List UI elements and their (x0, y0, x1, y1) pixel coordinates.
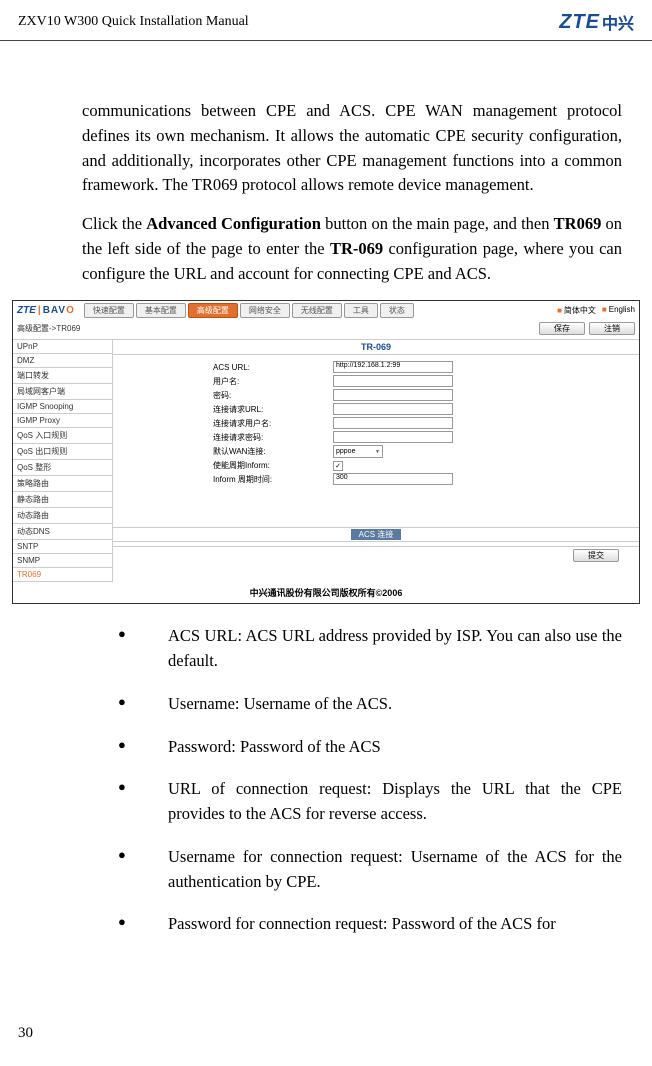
body-text: communications between CPE and ACS. CPE … (0, 41, 652, 286)
bullet-icon: ● (118, 692, 168, 717)
row-conn-url: 连接请求URL: (213, 403, 639, 415)
list-item: ● Username: Username of the ACS. (118, 692, 622, 717)
bullet-icon: ● (118, 912, 168, 937)
panel-title: TR-069 (113, 340, 639, 355)
sidebar-item-lanclient[interactable]: 局域网客户端 (13, 384, 112, 400)
input-conn-url[interactable] (333, 403, 453, 415)
sidebar-item-upnp[interactable]: UPnP (13, 340, 112, 354)
ss-content: TR-069 ACS URL: http://192.168.1.2:99 用户… (113, 340, 639, 582)
sidebar-item-dynroute[interactable]: 动态路由 (13, 508, 112, 524)
ss-logo: ZTE | BAVO (17, 305, 74, 316)
header-title: ZXV10 W300 Quick Installation Manual (18, 14, 249, 30)
zte-logo-cn: 中兴 (602, 10, 634, 34)
row-username: 用户名: (213, 375, 639, 387)
label-inform-period: Inform 周期时间: (213, 474, 333, 485)
bullet-text: Password for connection request: Passwor… (168, 912, 622, 937)
row-default-wan: 默认WAN连接: pppoe (213, 445, 639, 458)
input-conn-pass[interactable] (333, 431, 453, 443)
row-conn-user: 连接请求用户名: (213, 417, 639, 429)
submit-button[interactable]: 提交 (573, 549, 619, 562)
router-screenshot: ZTE | BAVO 快速配置 基本配置 高级配置 网络安全 无线配置 工具 状… (12, 300, 640, 604)
sidebar-item-dmz[interactable]: DMZ (13, 354, 112, 368)
list-item: ● Password for connection request: Passw… (118, 912, 622, 937)
sidebar-item-sntp[interactable]: SNTP (13, 540, 112, 554)
copyright: 中兴通讯股份有限公司版权所有©2006 (13, 582, 639, 603)
sidebar-item-igmpproxy[interactable]: IGMP Proxy (13, 414, 112, 428)
row-enable-inform: 使能周期Inform: ✓ (213, 460, 639, 471)
bullet-text: Username: Username of the ACS. (168, 692, 622, 717)
ss-breadcrumb-row: 高级配置->TR069 保存 注销 (13, 320, 639, 340)
sidebar-item-portfwd[interactable]: 端口转发 (13, 368, 112, 384)
sidebar-item-igmpsnoop[interactable]: IGMP Snooping (13, 400, 112, 414)
ss-form: ACS URL: http://192.168.1.2:99 用户名: 密码: … (113, 355, 639, 517)
ss-sidebar: UPnP DMZ 端口转发 局域网客户端 IGMP Snooping IGMP … (13, 340, 113, 582)
input-username[interactable] (333, 375, 453, 387)
ss-nav: 快速配置 基本配置 高级配置 网络安全 无线配置 工具 状态 (84, 303, 414, 318)
checkbox-enable-inform[interactable]: ✓ (333, 461, 343, 471)
list-item: ● Username for connection request: Usern… (118, 845, 622, 895)
zte-logo: ZTE 中兴 (559, 10, 634, 34)
label-enable-inform: 使能周期Inform: (213, 460, 333, 471)
sidebar-item-snmp[interactable]: SNMP (13, 554, 112, 568)
tab-status[interactable]: 状态 (380, 303, 414, 318)
row-inform-period: Inform 周期时间: 300 (213, 473, 639, 485)
select-default-wan[interactable]: pppoe (333, 445, 383, 458)
bullet-text: URL of connection request: Displays the … (168, 777, 622, 827)
logout-button[interactable]: 注销 (589, 322, 635, 335)
bullet-icon: ● (118, 624, 168, 674)
sidebar-item-ddns[interactable]: 动态DNS (13, 524, 112, 540)
list-item: ● Password: Password of the ACS (118, 735, 622, 760)
list-item: ● URL of connection request: Displays th… (118, 777, 622, 827)
sidebar-item-staticroute[interactable]: 静态路由 (13, 492, 112, 508)
tab-quick[interactable]: 快速配置 (84, 303, 134, 318)
lang-en[interactable]: English (602, 305, 635, 316)
label-default-wan: 默认WAN连接: (213, 446, 333, 457)
breadcrumb: 高级配置->TR069 (17, 323, 80, 334)
bullet-icon: ● (118, 845, 168, 895)
bullet-list: ● ACS URL: ACS URL address provided by I… (0, 616, 652, 937)
bullet-icon: ● (118, 777, 168, 827)
sidebar-item-qosin[interactable]: QoS 入口规则 (13, 428, 112, 444)
lang-cn[interactable]: 简体中文 (557, 305, 596, 316)
ss-action-buttons: 保存 注销 (539, 322, 635, 335)
list-item: ● ACS URL: ACS URL address provided by I… (118, 624, 622, 674)
row-conn-pass: 连接请求密码: (213, 431, 639, 443)
ss-language: 简体中文 English (557, 305, 635, 316)
row-acs-url: ACS URL: http://192.168.1.2:99 (213, 361, 639, 373)
acs-connect-bar: ACS 连接 (113, 527, 639, 542)
label-conn-url: 连接请求URL: (213, 404, 333, 415)
sidebar-item-qosout[interactable]: QoS 出口规则 (13, 444, 112, 460)
input-acs-url[interactable]: http://192.168.1.2:99 (333, 361, 453, 373)
input-inform-period[interactable]: 300 (333, 473, 453, 485)
label-password: 密码: (213, 390, 333, 401)
document-header: ZXV10 W300 Quick Installation Manual ZTE… (0, 0, 652, 41)
tab-advanced[interactable]: 高级配置 (188, 303, 238, 318)
tab-security[interactable]: 网络安全 (240, 303, 290, 318)
save-button[interactable]: 保存 (539, 322, 585, 335)
zte-logo-text: ZTE (559, 11, 600, 34)
tab-tools[interactable]: 工具 (344, 303, 378, 318)
bullet-text: Username for connection request: Usernam… (168, 845, 622, 895)
bullet-text: ACS URL: ACS URL address provided by ISP… (168, 624, 622, 674)
paragraph-1: communications between CPE and ACS. CPE … (82, 99, 622, 198)
submit-row: 提交 (113, 546, 639, 568)
page-number: 30 (18, 1025, 33, 1042)
bullet-icon: ● (118, 735, 168, 760)
row-password: 密码: (213, 389, 639, 401)
bullet-text: Password: Password of the ACS (168, 735, 622, 760)
sidebar-item-qosshape[interactable]: QoS 整形 (13, 460, 112, 476)
paragraph-2: Click the Advanced Configuration button … (82, 212, 622, 286)
input-conn-user[interactable] (333, 417, 453, 429)
tab-basic[interactable]: 基本配置 (136, 303, 186, 318)
label-username: 用户名: (213, 376, 333, 387)
sidebar-item-tr069[interactable]: TR069 (13, 568, 112, 582)
ss-top-bar: ZTE | BAVO 快速配置 基本配置 高级配置 网络安全 无线配置 工具 状… (13, 301, 639, 320)
sidebar-item-policyroute[interactable]: 策略路由 (13, 476, 112, 492)
label-conn-user: 连接请求用户名: (213, 418, 333, 429)
label-acs-url: ACS URL: (213, 363, 333, 372)
label-conn-pass: 连接请求密码: (213, 432, 333, 443)
input-password[interactable] (333, 389, 453, 401)
ss-main: UPnP DMZ 端口转发 局域网客户端 IGMP Snooping IGMP … (13, 340, 639, 582)
tab-wireless[interactable]: 无线配置 (292, 303, 342, 318)
